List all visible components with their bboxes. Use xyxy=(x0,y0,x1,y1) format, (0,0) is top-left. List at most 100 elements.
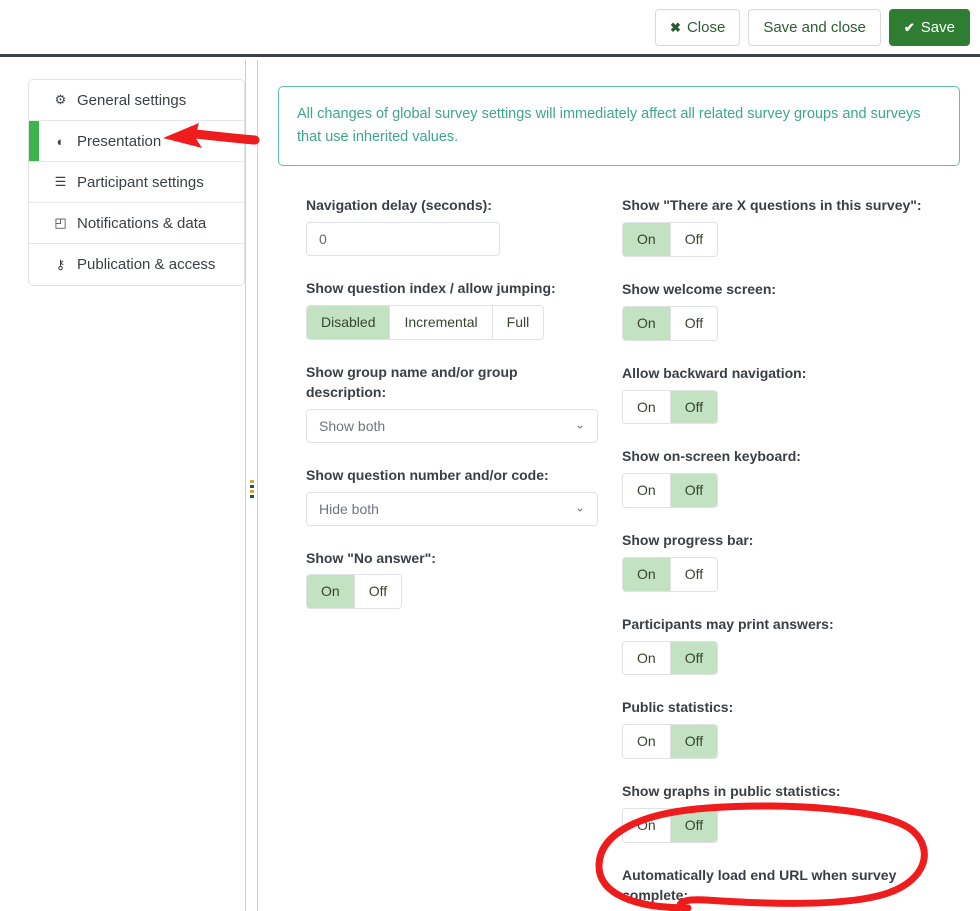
settings-column-right: Show "There are X questions in this surv… xyxy=(600,196,930,911)
sidebar-item-label: Participant settings xyxy=(77,173,204,191)
show-graphs-public-statistics-toggle-option-on[interactable]: On xyxy=(623,808,671,842)
check-icon: ✔ xyxy=(903,19,915,35)
show-no-answer-toggle-label: Show "No answer": xyxy=(306,549,436,566)
show-onscreen-keyboard-toggle-label: Show on-screen keyboard: xyxy=(622,448,801,465)
group-name-select-field: Show group name and/or group description… xyxy=(306,363,600,443)
sidebar-item-general-settings[interactable]: ⚙ General settings xyxy=(29,80,244,121)
show-graphs-public-statistics-toggle-field: Show graphs in public statistics: On Off xyxy=(622,782,930,843)
public-statistics-toggle[interactable]: On Off xyxy=(622,724,719,760)
eye-slash-icon: ◐ xyxy=(56,133,65,149)
key-icon: ⚷ xyxy=(55,256,66,272)
app-root: ✖ Close Save and close ✔ Save ⚙ General setti… xyxy=(0,0,980,911)
gears-icon: ⚙ xyxy=(54,92,67,107)
show-progress-bar-toggle-label: Show progress bar: xyxy=(622,532,754,549)
show-progress-bar-toggle-option-off[interactable]: Off xyxy=(670,557,718,591)
allow-backward-navigation-toggle-option-off[interactable]: Off xyxy=(670,390,718,424)
save-button[interactable]: ✔ Save xyxy=(888,8,970,46)
participants-print-answers-toggle[interactable]: On Off xyxy=(622,640,719,676)
settings-columns: Navigation delay (seconds): Show question… xyxy=(278,196,960,911)
rss-icon: ◰ xyxy=(54,215,67,230)
select-value: Hide both xyxy=(319,500,379,517)
allow-backward-navigation-toggle-option-on[interactable]: On xyxy=(623,390,671,424)
sidebar-item-notifications-data[interactable]: ◰ Notifications & data xyxy=(29,203,244,244)
show-no-answer-toggle-option-on[interactable]: On xyxy=(307,575,355,609)
question-index-group-option-full[interactable]: Full xyxy=(492,306,544,339)
auto-load-end-url-toggle-field: Automatically load end URL when survey c… xyxy=(622,866,930,911)
settings-column-left: Navigation delay (seconds): Show question… xyxy=(278,196,600,911)
show-welcome-screen-toggle-option-off[interactable]: Off xyxy=(670,306,718,340)
public-statistics-toggle-option-on[interactable]: On xyxy=(623,725,671,759)
group-name-select[interactable]: Show both ⌄ xyxy=(306,408,598,443)
show-no-answer-toggle-field: Show "No answer": On Off xyxy=(306,549,600,610)
splitter-grip-icon[interactable] xyxy=(249,480,254,500)
show-question-count-toggle-option-on[interactable]: On xyxy=(623,223,671,257)
show-onscreen-keyboard-toggle-field: Show on-screen keyboard: On Off xyxy=(622,447,930,509)
settings-content: All changes of global survey settings wi… xyxy=(258,60,980,911)
allow-backward-navigation-toggle[interactable]: On Off xyxy=(622,389,719,425)
show-no-answer-toggle-option-off[interactable]: Off xyxy=(354,575,402,609)
navigation-delay-input-field: Navigation delay (seconds): xyxy=(306,196,600,257)
top-action-bar: ✖ Close Save and close ✔ Save xyxy=(0,0,980,57)
show-welcome-screen-toggle-field: Show welcome screen: On Off xyxy=(622,280,930,341)
question-index-group-label: Show question index / allow jumping: xyxy=(306,280,556,297)
allow-backward-navigation-toggle-field: Allow backward navigation: On Off xyxy=(622,364,930,425)
show-graphs-public-statistics-toggle-option-off[interactable]: Off xyxy=(670,808,718,842)
sidebar-item-publication-access[interactable]: ⚷ Publication & access xyxy=(29,244,244,285)
save-and-close-button[interactable]: Save and close xyxy=(748,8,881,46)
auto-load-end-url-toggle-label: Automatically load end URL when survey c… xyxy=(622,866,897,903)
show-welcome-screen-toggle-option-on[interactable]: On xyxy=(623,306,671,340)
panel-splitter[interactable] xyxy=(245,60,258,911)
question-index-group-field: Show question index / allow jumping: Disa… xyxy=(306,279,600,340)
question-index-group[interactable]: Disabled Incremental Full xyxy=(306,305,545,340)
show-question-count-toggle-option-off[interactable]: Off xyxy=(670,223,718,257)
show-welcome-screen-toggle-label: Show welcome screen: xyxy=(622,281,777,298)
show-welcome-screen-toggle[interactable]: On Off xyxy=(622,305,719,341)
close-button[interactable]: ✖ Close xyxy=(655,8,741,46)
show-progress-bar-toggle-option-on[interactable]: On xyxy=(623,557,671,591)
close-x-icon: ✖ xyxy=(670,19,681,35)
show-progress-bar-toggle-field: Show progress bar: On Off xyxy=(622,531,930,592)
participants-print-answers-toggle-label: Participants may print answers: xyxy=(622,615,834,632)
navigation-delay-input[interactable] xyxy=(306,222,500,257)
question-number-select-label: Show question number and/or code: xyxy=(306,466,549,483)
allow-backward-navigation-toggle-label: Allow backward navigation: xyxy=(622,364,807,381)
public-statistics-toggle-label: Public statistics: xyxy=(622,699,734,716)
topbar-button-group: ✖ Close Save and close ✔ Save xyxy=(647,8,970,46)
show-graphs-public-statistics-toggle[interactable]: On Off xyxy=(622,807,719,843)
body-area: ⚙ General settings ◐ Presentation ☰ Participa… xyxy=(0,60,980,911)
show-question-count-toggle-field: Show "There are X questions in this surv… xyxy=(622,196,930,258)
button-label: Save and close xyxy=(763,18,866,36)
question-index-group-option-incremental[interactable]: Incremental xyxy=(390,306,493,339)
show-graphs-public-statistics-toggle-label: Show graphs in public statistics: xyxy=(622,783,841,800)
show-question-count-toggle[interactable]: On Off xyxy=(622,222,719,258)
sidebar-item-label: Notifications & data xyxy=(77,214,207,232)
sidebar-item-label: General settings xyxy=(77,91,187,109)
public-statistics-toggle-option-off[interactable]: Off xyxy=(670,725,718,759)
question-index-group-option-disabled[interactable]: Disabled xyxy=(307,306,391,339)
show-onscreen-keyboard-toggle[interactable]: On Off xyxy=(622,473,719,509)
show-progress-bar-toggle[interactable]: On Off xyxy=(622,556,719,592)
global-settings-alert: All changes of global survey settings wi… xyxy=(278,86,960,167)
show-question-count-toggle-label: Show "There are X questions in this surv… xyxy=(622,197,922,214)
show-onscreen-keyboard-toggle-option-on[interactable]: On xyxy=(623,474,671,508)
participants-print-answers-toggle-option-off[interactable]: Off xyxy=(670,641,718,675)
public-statistics-toggle-field: Public statistics: On Off xyxy=(622,698,930,760)
participants-print-answers-toggle-field: Participants may print answers: On Off xyxy=(622,615,930,676)
sidebar-item-label: Presentation xyxy=(77,132,162,150)
show-no-answer-toggle[interactable]: On Off xyxy=(306,574,403,610)
question-number-select-field: Show question number and/or code: Hide bo… xyxy=(306,466,600,526)
sidebar-item-participant-settings[interactable]: ☰ Participant settings xyxy=(29,162,244,203)
settings-sidebar: ⚙ General settings ◐ Presentation ☰ Participa… xyxy=(28,79,245,286)
group-name-select-label: Show group name and/or group description… xyxy=(306,363,518,400)
participants-print-answers-toggle-option-on[interactable]: On xyxy=(623,641,671,675)
users-icon: ☰ xyxy=(54,174,67,189)
chevron-down-icon: ⌄ xyxy=(574,500,585,515)
sidebar-item-label: Publication & access xyxy=(77,256,216,273)
navigation-delay-input-label: Navigation delay (seconds): xyxy=(306,197,492,214)
chevron-down-icon: ⌄ xyxy=(574,417,585,432)
sidebar-item-presentation[interactable]: ◐ Presentation xyxy=(29,121,244,162)
button-label: Save xyxy=(920,18,955,36)
show-onscreen-keyboard-toggle-option-off[interactable]: Off xyxy=(670,474,718,508)
question-number-select[interactable]: Hide both ⌄ xyxy=(306,491,598,526)
button-label: Close xyxy=(686,18,726,36)
